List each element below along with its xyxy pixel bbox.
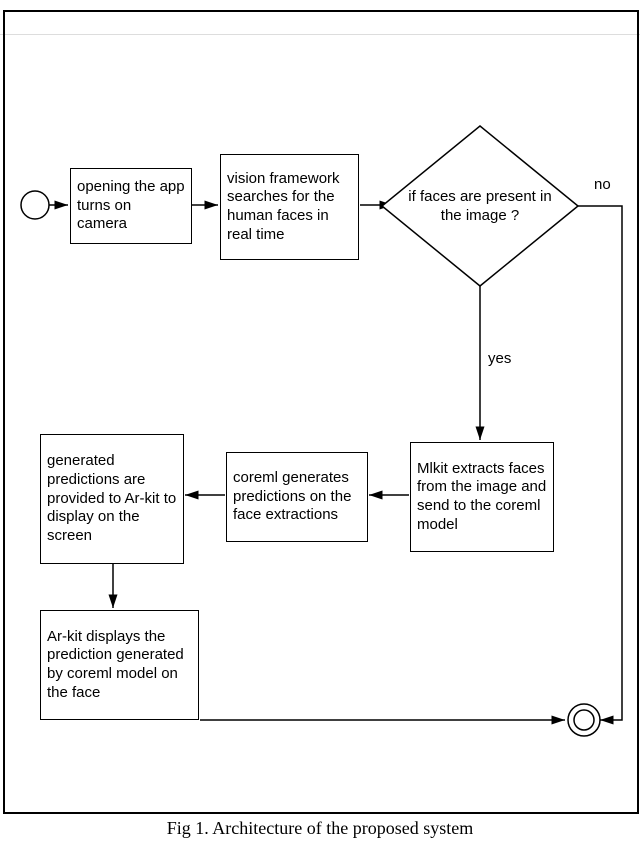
process-open-camera: opening the app turns on camera	[70, 168, 192, 244]
process-coreml-predict: coreml generates predictions on the face…	[226, 452, 368, 542]
figure-caption: Fig 1. Architecture of the proposed syst…	[0, 818, 640, 839]
process-provide-arkit: generated predictions are provided to Ar…	[40, 434, 184, 564]
process-mlkit-extract: Mlkit extracts faces from the image and …	[410, 442, 554, 552]
process-vision-search: vision framework searches for the human …	[220, 154, 359, 260]
decision-text: if faces are present in the image ?	[405, 188, 555, 226]
process-arkit-display: Ar-kit displays the prediction generated…	[40, 610, 199, 720]
edge-label-no: no	[594, 176, 611, 193]
page: opening the app turns on camera vision f…	[0, 0, 640, 845]
start-node	[21, 191, 49, 219]
end-node-inner	[574, 710, 594, 730]
edge-label-yes: yes	[488, 350, 511, 367]
